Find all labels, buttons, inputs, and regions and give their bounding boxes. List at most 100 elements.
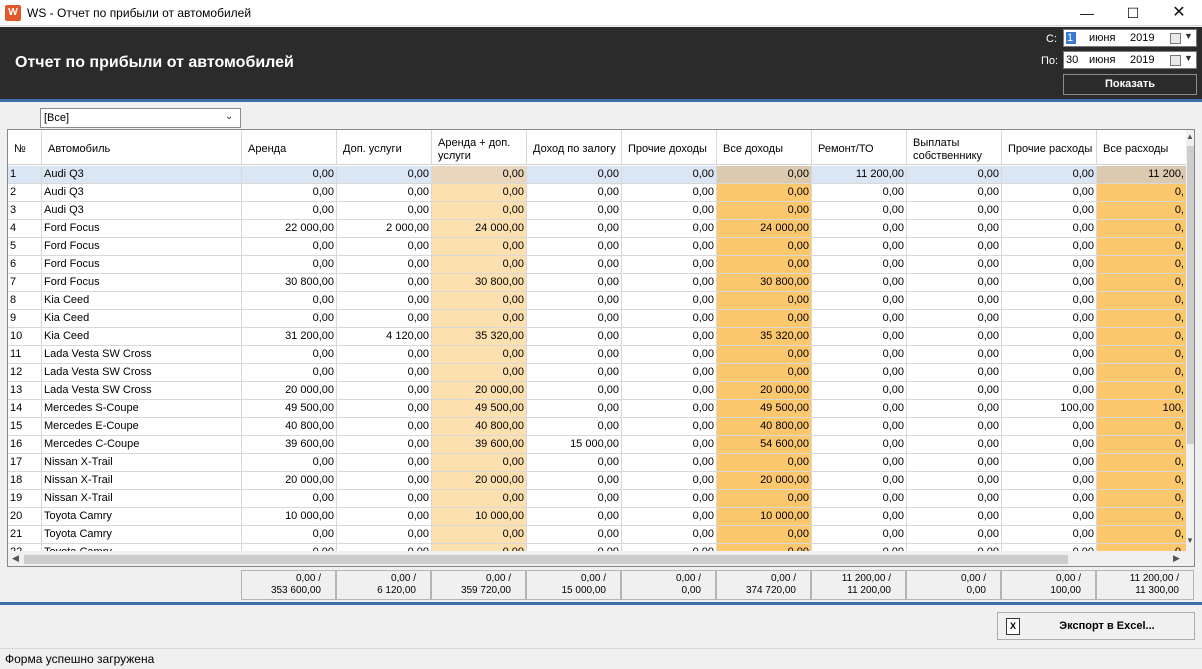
cell-col-other-income[interactable]: 0,00 [622, 526, 717, 544]
cell-col-owner-payments[interactable]: 0,00 [907, 418, 1002, 436]
cell-col-other-expenses[interactable]: 0,00 [1002, 292, 1097, 310]
cell-col-repair[interactable]: 0,00 [812, 382, 907, 400]
header-col-number[interactable]: № [8, 130, 42, 165]
table-row[interactable]: 1 Audi Q3 0,00 0,00 0,00 0,00 0,00 0,00 11 200,0… [8, 166, 1187, 184]
cell-col-all-income[interactable]: 0,00 [717, 364, 812, 382]
cell-col-deposit-income[interactable]: 0,00 [527, 328, 622, 346]
cell-col-other-income[interactable]: 0,00 [622, 508, 717, 526]
cell-col-all-expenses[interactable]: 0, [1097, 292, 1187, 310]
cell-col-rent-plus-extra[interactable]: 0,00 [432, 454, 527, 472]
cell-col-owner-payments[interactable]: 0,00 [907, 508, 1002, 526]
cell-col-car[interactable]: Lada Vesta SW Cross [42, 382, 242, 400]
cell-col-rent[interactable]: 30 800,00 [242, 274, 337, 292]
table-row[interactable]: 5 Ford Focus 0,00 0,00 0,00 0,00 0,00 0,00 0,00 0… [8, 238, 1187, 256]
cell-col-repair[interactable]: 11 200,00 [812, 166, 907, 184]
cell-col-rent[interactable]: 0,00 [242, 364, 337, 382]
cell-col-car[interactable]: Mercedes E-Coupe [42, 418, 242, 436]
table-row[interactable]: 9 Kia Ceed 0,00 0,00 0,00 0,00 0,00 0,00 0,00 0,0… [8, 310, 1187, 328]
cell-col-other-income[interactable]: 0,00 [622, 454, 717, 472]
cell-col-deposit-income[interactable]: 0,00 [527, 292, 622, 310]
cell-col-all-expenses[interactable]: 0, [1097, 364, 1187, 382]
table-row[interactable]: 17 Nissan X-Trail 0,00 0,00 0,00 0,00 0,00 0,00… [8, 454, 1187, 472]
cell-col-other-expenses[interactable]: 0,00 [1002, 202, 1097, 220]
cell-col-number[interactable]: 14 [8, 400, 42, 418]
cell-col-extra-services[interactable]: 0,00 [337, 292, 432, 310]
cell-col-other-expenses[interactable]: 0,00 [1002, 256, 1097, 274]
cell-col-extra-services[interactable]: 0,00 [337, 256, 432, 274]
cell-col-owner-payments[interactable]: 0,00 [907, 184, 1002, 202]
cell-col-owner-payments[interactable]: 0,00 [907, 490, 1002, 508]
cell-col-extra-services[interactable]: 0,00 [337, 436, 432, 454]
cell-col-other-expenses[interactable]: 0,00 [1002, 436, 1097, 454]
cell-col-deposit-income[interactable]: 0,00 [527, 274, 622, 292]
cell-col-car[interactable]: Mercedes S-Coupe [42, 400, 242, 418]
cell-col-all-expenses[interactable]: 0, [1097, 184, 1187, 202]
cell-col-car[interactable]: Lada Vesta SW Cross [42, 364, 242, 382]
cell-col-repair[interactable]: 0,00 [812, 274, 907, 292]
cell-col-extra-services[interactable]: 0,00 [337, 310, 432, 328]
cell-col-other-expenses[interactable]: 0,00 [1002, 274, 1097, 292]
cell-col-rent[interactable]: 0,00 [242, 490, 337, 508]
cell-col-repair[interactable]: 0,00 [812, 184, 907, 202]
table-row[interactable]: 8 Kia Ceed 0,00 0,00 0,00 0,00 0,00 0,00 0,00 0,0… [8, 292, 1187, 310]
cell-col-number[interactable]: 17 [8, 454, 42, 472]
cell-col-number[interactable]: 6 [8, 256, 42, 274]
cell-col-repair[interactable]: 0,00 [812, 490, 907, 508]
scroll-up-icon[interactable]: ▲ [1186, 132, 1194, 141]
cell-col-owner-payments[interactable]: 0,00 [907, 256, 1002, 274]
cell-col-repair[interactable]: 0,00 [812, 364, 907, 382]
cell-col-deposit-income[interactable]: 0,00 [527, 418, 622, 436]
table-row[interactable]: 19 Nissan X-Trail 0,00 0,00 0,00 0,00 0,00 0,00… [8, 490, 1187, 508]
cell-col-number[interactable]: 3 [8, 202, 42, 220]
cell-col-other-income[interactable]: 0,00 [622, 364, 717, 382]
cell-col-extra-services[interactable]: 0,00 [337, 382, 432, 400]
cell-col-rent[interactable]: 39 600,00 [242, 436, 337, 454]
cell-col-rent-plus-extra[interactable]: 0,00 [432, 202, 527, 220]
cell-col-all-expenses[interactable]: 0, [1097, 508, 1187, 526]
cell-col-other-income[interactable]: 0,00 [622, 166, 717, 184]
cell-col-owner-payments[interactable]: 0,00 [907, 400, 1002, 418]
cell-col-other-income[interactable]: 0,00 [622, 274, 717, 292]
table-row[interactable]: 20 Toyota Camry 10 000,00 0,00 10 000,00 0,00… [8, 508, 1187, 526]
cell-col-car[interactable]: Toyota Camry [42, 526, 242, 544]
table-row[interactable]: 18 Nissan X-Trail 20 000,00 0,00 20 000,00 0,… [8, 472, 1187, 490]
cell-col-rent-plus-extra[interactable]: 39 600,00 [432, 436, 527, 454]
table-row[interactable]: 15 Mercedes E-Coupe 40 800,00 0,00 40 800,00… [8, 418, 1187, 436]
cell-col-repair[interactable]: 0,00 [812, 436, 907, 454]
cell-col-owner-payments[interactable]: 0,00 [907, 202, 1002, 220]
cell-col-all-expenses[interactable]: 11 200, [1097, 166, 1187, 184]
cell-col-number[interactable]: 10 [8, 328, 42, 346]
cell-col-deposit-income[interactable]: 0,00 [527, 256, 622, 274]
cell-col-rent[interactable]: 10 000,00 [242, 508, 337, 526]
cell-col-other-expenses[interactable]: 0,00 [1002, 508, 1097, 526]
table-row[interactable]: 6 Ford Focus 0,00 0,00 0,00 0,00 0,00 0,00 0,00 0… [8, 256, 1187, 274]
calendar-icon[interactable] [1170, 55, 1181, 66]
cell-col-owner-payments[interactable]: 0,00 [907, 220, 1002, 238]
cell-col-deposit-income[interactable]: 0,00 [527, 454, 622, 472]
cell-col-other-expenses[interactable]: 0,00 [1002, 454, 1097, 472]
table-row[interactable]: 12 Lada Vesta SW Cross 0,00 0,00 0,00 0,00 0,0… [8, 364, 1187, 382]
cell-col-rent-plus-extra[interactable]: 0,00 [432, 256, 527, 274]
car-filter-select[interactable]: [Все] ⌄ [40, 108, 241, 128]
cell-col-car[interactable]: Ford Focus [42, 220, 242, 238]
cell-col-deposit-income[interactable]: 0,00 [527, 202, 622, 220]
from-date-picker[interactable]: 1 июня 2019 ▼ [1063, 29, 1197, 47]
cell-col-other-expenses[interactable]: 0,00 [1002, 166, 1097, 184]
horizontal-scroll-thumb[interactable] [24, 555, 1068, 564]
cell-col-other-expenses[interactable]: 0,00 [1002, 220, 1097, 238]
cell-col-all-income[interactable]: 54 600,00 [717, 436, 812, 454]
show-button[interactable]: Показать [1063, 74, 1197, 95]
cell-col-number[interactable]: 20 [8, 508, 42, 526]
cell-col-rent[interactable]: 20 000,00 [242, 382, 337, 400]
cell-col-rent-plus-extra[interactable]: 10 000,00 [432, 508, 527, 526]
cell-col-other-expenses[interactable]: 0,00 [1002, 184, 1097, 202]
cell-col-deposit-income[interactable]: 0,00 [527, 400, 622, 418]
cell-col-repair[interactable]: 0,00 [812, 418, 907, 436]
cell-col-all-expenses[interactable]: 0, [1097, 472, 1187, 490]
vertical-scroll-thumb[interactable] [1187, 146, 1194, 444]
table-row[interactable]: 2 Audi Q3 0,00 0,00 0,00 0,00 0,00 0,00 0,00 0,00… [8, 184, 1187, 202]
cell-col-number[interactable]: 15 [8, 418, 42, 436]
cell-col-all-income[interactable]: 0,00 [717, 238, 812, 256]
cell-col-rent[interactable]: 0,00 [242, 526, 337, 544]
cell-col-rent[interactable]: 0,00 [242, 310, 337, 328]
